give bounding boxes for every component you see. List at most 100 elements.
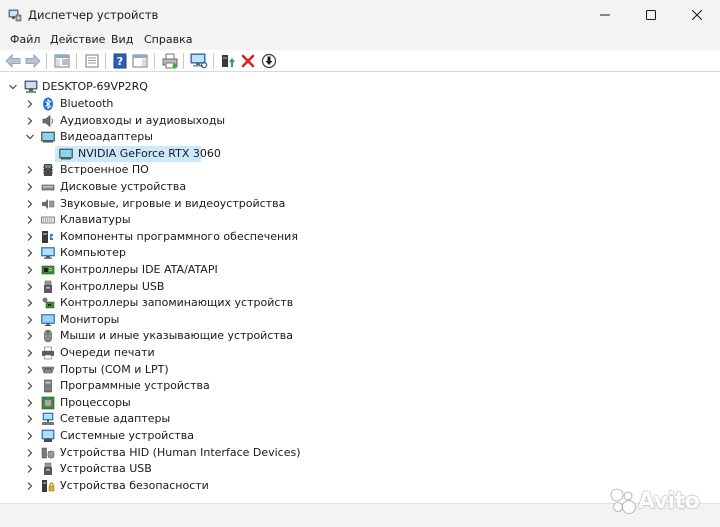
- chevron-right-icon[interactable]: [25, 464, 35, 474]
- tree-category-label: Устройства безопасности: [60, 478, 209, 492]
- tree-category-label: Контроллеры запоминающих устройств: [60, 296, 294, 310]
- software-component-icon: [42, 230, 53, 243]
- chevron-right-icon[interactable]: [25, 298, 35, 308]
- tree-category[interactable]: Клавиатуры: [0, 212, 720, 229]
- tree-category-label: Порты (COM и LPT): [60, 362, 169, 376]
- usb-device-icon: [44, 462, 52, 476]
- tree-category[interactable]: Очереди печати: [0, 345, 720, 362]
- tree-category[interactable]: Bluetooth: [0, 96, 720, 113]
- close-button[interactable]: [674, 0, 720, 30]
- update-driver-button[interactable]: [260, 52, 278, 70]
- tree-device-selected[interactable]: NVIDIA GeForce RTX 3060: [0, 145, 720, 163]
- tree-category[interactable]: Мыши и иные указывающие устройства: [0, 328, 720, 345]
- tree-category[interactable]: Порты (COM и LPT): [0, 362, 720, 379]
- chevron-down-icon[interactable]: [8, 82, 18, 92]
- tree-category-label: Процессоры: [60, 395, 131, 409]
- enable-device-button[interactable]: [219, 52, 237, 70]
- help-button[interactable]: ?: [111, 52, 129, 70]
- avito-watermark: Avito: [608, 486, 700, 516]
- back-button[interactable]: [4, 52, 22, 70]
- chevron-right-icon[interactable]: [25, 215, 35, 225]
- tree-category[interactable]: Компоненты программного обеспечения: [0, 229, 720, 246]
- chevron-right-icon[interactable]: [25, 99, 35, 109]
- minimize-button[interactable]: [582, 0, 628, 30]
- usb-controller-icon: [44, 280, 52, 293]
- chevron-right-icon[interactable]: [25, 414, 35, 424]
- mouse-icon: [44, 330, 52, 343]
- console-tree-button[interactable]: [53, 52, 71, 70]
- tree-category-label: Аудиовходы и аудиовыходы: [60, 113, 226, 127]
- maximize-button[interactable]: [628, 0, 674, 30]
- tree-category-label: Программные устройства: [60, 379, 210, 393]
- network-adapter-icon: [42, 413, 54, 426]
- chevron-right-icon[interactable]: [25, 381, 35, 391]
- device-manager-app-icon: [8, 9, 22, 22]
- disk-drive-icon: [41, 184, 55, 191]
- chevron-right-icon[interactable]: [25, 448, 35, 458]
- chevron-right-icon[interactable]: [25, 365, 35, 375]
- chevron-right-icon[interactable]: [25, 199, 35, 209]
- properties-button[interactable]: [83, 52, 101, 70]
- tree-root[interactable]: DESKTOP-69VP2RQ: [0, 79, 720, 96]
- tree-category[interactable]: Компьютер: [0, 245, 720, 262]
- chevron-right-icon[interactable]: [25, 248, 35, 258]
- chevron-right-icon[interactable]: [25, 431, 35, 441]
- tree-category[interactable]: Звуковые, игровые и видеоустройства: [0, 196, 720, 213]
- forward-icon: [25, 54, 41, 68]
- close-icon: [692, 10, 702, 20]
- tree-category-label: Дисковые устройства: [60, 180, 187, 193]
- tree-category[interactable]: Видеоадаптеры: [0, 129, 720, 146]
- toolbar-separator: [46, 53, 47, 69]
- menu-view[interactable]: Вид: [111, 33, 133, 46]
- uninstall-device-button[interactable]: [239, 52, 257, 70]
- forward-button[interactable]: [24, 52, 42, 70]
- tree-category[interactable]: Процессоры: [0, 395, 720, 412]
- menu-help[interactable]: Справка: [144, 33, 192, 46]
- processor-icon: [41, 396, 55, 410]
- menu-action[interactable]: Действие: [50, 33, 105, 46]
- title-bar[interactable]: Диспетчер устройств: [0, 0, 720, 30]
- chevron-right-icon[interactable]: [25, 232, 35, 242]
- maximize-icon: [646, 10, 656, 20]
- chevron-right-icon[interactable]: [25, 398, 35, 408]
- chevron-right-icon[interactable]: [25, 116, 35, 126]
- tree-category[interactable]: Мониторы: [0, 312, 720, 329]
- menu-file[interactable]: Файл: [10, 33, 40, 46]
- toolbar-separator: [105, 53, 106, 69]
- chevron-right-icon[interactable]: [25, 348, 35, 358]
- device-tree[interactable]: DESKTOP-69VP2RQ Bluetooth Аудиовходы и а…: [0, 73, 720, 503]
- tree-category-label: Мыши и иные указывающие устройства: [60, 329, 294, 343]
- tree-category[interactable]: Контроллеры USB: [0, 279, 720, 296]
- chevron-right-icon[interactable]: [25, 315, 35, 325]
- chevron-right-icon[interactable]: [25, 481, 35, 491]
- chevron-right-icon[interactable]: [25, 265, 35, 275]
- tree-category-label: Контроллеры USB: [60, 279, 165, 293]
- tree-category[interactable]: Контроллеры запоминающих устройств: [0, 295, 720, 312]
- tree-category[interactable]: Аудиовходы и аудиовыходы: [0, 113, 720, 130]
- tree-category[interactable]: Программные устройства: [0, 378, 720, 395]
- chevron-right-icon[interactable]: [25, 182, 35, 192]
- uninstall-device-icon: [241, 54, 255, 68]
- tree-category[interactable]: Устройства HID (Human Interface Devices): [0, 445, 720, 462]
- chevron-right-icon[interactable]: [25, 282, 35, 292]
- chevron-down-icon[interactable]: [25, 132, 35, 142]
- tree-category[interactable]: Устройства USB: [0, 461, 720, 478]
- printer-icon: [42, 346, 54, 360]
- chevron-right-icon[interactable]: [25, 165, 35, 175]
- toolbar-separator: [76, 53, 77, 69]
- window-title: Диспетчер устройств: [28, 8, 159, 22]
- ide-controller-icon: [41, 265, 55, 275]
- tree-category[interactable]: Системные устройства: [0, 428, 720, 445]
- print-button[interactable]: [161, 52, 179, 70]
- toolbar: ?: [0, 50, 720, 72]
- tree-category-label: Системные устройства: [60, 429, 194, 442]
- tree-category[interactable]: Дисковые устройства: [0, 179, 720, 196]
- tree-category[interactable]: Сетевые адаптеры: [0, 411, 720, 428]
- tree-category[interactable]: Встроенное ПО: [0, 162, 720, 179]
- scan-hardware-button[interactable]: [190, 52, 208, 70]
- chevron-right-icon[interactable]: [25, 331, 35, 341]
- tree-category-label: Компьютер: [60, 246, 126, 260]
- device-manager-window: Диспетчер устройств Файл Действие Вид Сп…: [0, 0, 720, 527]
- tree-category[interactable]: Контроллеры IDE ATA/ATAPI: [0, 262, 720, 279]
- action-pane-button[interactable]: [131, 52, 149, 70]
